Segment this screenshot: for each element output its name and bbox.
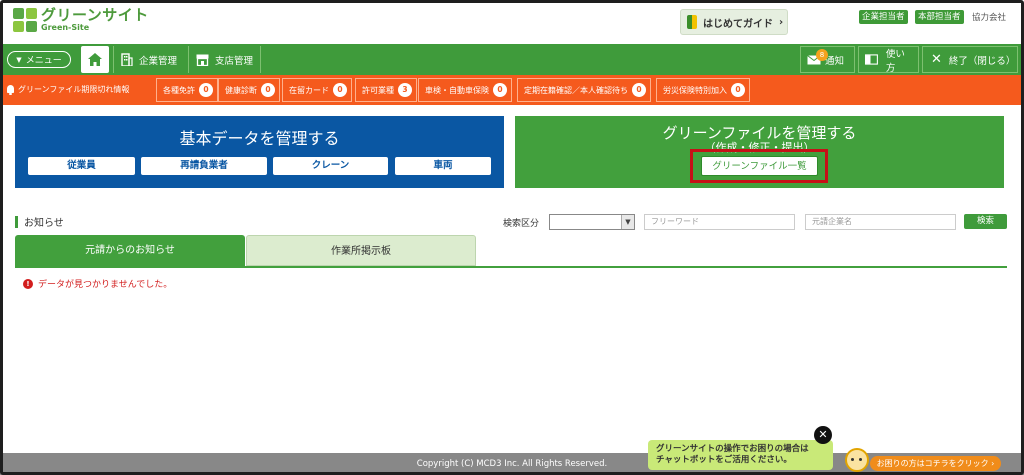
alert-chip-vehicle-inspection[interactable]: 車検・自動車保険 0 — [418, 78, 512, 102]
exit-label: 終了（閉じる） — [948, 55, 1016, 67]
building-icon — [121, 53, 133, 66]
chip-label: 各種免許 — [163, 85, 195, 95]
logo[interactable]: グリーンサイト Green-Site — [13, 8, 149, 32]
nav-item-branch[interactable]: 支店管理 — [188, 46, 262, 73]
chatbot-open-button[interactable]: お困りの方はコチラをクリック › — [870, 456, 1001, 471]
top-bar: グリーンサイト Green-Site はじめてガイド › 企業担当者 本部担当者… — [0, 0, 1024, 44]
nav-item-label: 支店管理 — [215, 55, 254, 67]
alert-chip-enrollment-check[interactable]: 定期在籍確認／本人確認待ち 0 — [517, 78, 651, 102]
beginner-leaf-icon — [687, 15, 697, 29]
subcontractors-button[interactable]: 再請負業者 — [141, 157, 267, 175]
chip-count: 0 — [493, 83, 507, 97]
chip-count: 3 — [398, 83, 412, 97]
tab-contractor-notices[interactable]: 元請からのお知らせ — [15, 235, 245, 266]
chip-label: 健康診断 — [225, 85, 257, 95]
tab-site-board[interactable]: 作業所掲示板 — [246, 235, 476, 266]
chip-label: 在留カード — [289, 85, 329, 95]
store-icon — [196, 54, 209, 66]
book-icon — [865, 54, 878, 65]
menu-label: メニュー — [25, 56, 62, 66]
alert-title: グリーンファイル期限切れ情報 — [6, 84, 129, 95]
close-icon: ✕ — [931, 52, 942, 67]
search-category-label: 検索区分 — [503, 219, 540, 229]
notices-heading-label: お知らせ — [24, 218, 64, 229]
notices-heading: お知らせ — [15, 214, 64, 229]
cranes-button[interactable]: クレーン — [273, 157, 388, 175]
chip-label: 定期在籍確認／本人確認待ち — [524, 85, 628, 95]
empty-message-text: データが見つかりませんでした。 — [38, 280, 173, 290]
search-button[interactable]: 検索 — [964, 214, 1007, 229]
role-badge-hq[interactable]: 本部担当者 — [915, 10, 964, 24]
employees-button[interactable]: 従業員 — [28, 157, 135, 175]
home-button[interactable] — [81, 46, 109, 73]
chevron-down-icon: ▼ — [621, 215, 634, 229]
nav-item-company[interactable]: 企業管理 — [113, 46, 184, 73]
company-type: 協力会社 — [972, 13, 1007, 23]
chip-count: 0 — [632, 83, 646, 97]
alert-title-label: グリーンファイル期限切れ情報 — [18, 85, 130, 94]
notification-button[interactable]: 通知 — [800, 46, 855, 73]
company-name-input[interactable]: 元請企業名 — [805, 214, 956, 230]
chat-button-label: お困りの方はコチラをクリック — [876, 459, 989, 468]
chevron-right-icon: › — [991, 459, 995, 468]
chat-bubble[interactable]: グリーンサイトの操作でお困りの場合は チャットボットをご活用ください。 — [648, 440, 833, 470]
bell-icon — [6, 84, 15, 95]
exit-button[interactable]: ✕ 終了（閉じる） — [922, 46, 1018, 73]
freeword-input[interactable]: フリーワード — [644, 214, 795, 230]
basic-data-panel: 基本データを管理する 従業員 再請負業者 クレーン 車両 — [15, 116, 504, 188]
alert-chip-residence-card[interactable]: 在留カード 0 — [282, 78, 352, 102]
home-icon — [88, 53, 102, 66]
chatbot-mascot-icon[interactable] — [845, 448, 869, 472]
help-button[interactable]: 使い方 — [858, 46, 919, 74]
empty-message: ! データが見つかりませんでした。 — [23, 277, 172, 290]
alert-chip-permitted-business[interactable]: 許可業種 3 — [355, 78, 417, 102]
chip-label: 車検・自動車保険 — [425, 85, 489, 95]
expiry-alert-bar: グリーンファイル期限切れ情報 各種免許 0 健康診断 0 在留カード 0 許可業種 3 … — [0, 75, 1024, 105]
notification-count-badge: 8 — [816, 49, 828, 61]
nav-item-label: 企業管理 — [139, 55, 178, 67]
chip-label: 許可業種 — [362, 85, 394, 95]
help-label: 使い方 — [885, 48, 905, 74]
alert-chip-licenses[interactable]: 各種免許 0 — [156, 78, 218, 102]
menu-button[interactable]: ▼ メニュー — [7, 51, 71, 68]
heading-accent-bar — [15, 215, 18, 228]
chip-count: 0 — [731, 83, 745, 97]
search-category-select[interactable]: ▼ — [549, 214, 635, 230]
logo-subtext: Green-Site — [41, 23, 90, 32]
chip-count: 0 — [261, 83, 275, 97]
alert-chip-workers-comp[interactable]: 労災保険特別加入 0 — [656, 78, 750, 102]
chat-close-button[interactable]: ✕ — [814, 426, 832, 444]
alert-chip-health-check[interactable]: 健康診断 0 — [218, 78, 280, 102]
vehicles-button[interactable]: 車両 — [395, 157, 491, 175]
role-badge-company[interactable]: 企業担当者 — [859, 10, 908, 24]
chip-count: 0 — [199, 83, 213, 97]
main-nav: ▼ メニュー 企業管理 支店管理 通知 8 使い方 ✕ 終了（閉じる） — [0, 44, 1024, 75]
chip-label: 労災保険特別加入 — [663, 85, 727, 95]
highlight-box — [690, 149, 828, 183]
logo-text: グリーンサイト — [41, 6, 149, 24]
guide-label: はじめてガイド — [703, 18, 773, 30]
caret-down-icon: ▼ — [16, 55, 22, 64]
chip-count: 0 — [333, 83, 347, 97]
chat-bubble-line-2: チャットボットをご活用ください。 — [656, 455, 792, 465]
basic-data-title: 基本データを管理する — [179, 129, 340, 148]
chat-bubble-line-1: グリーンサイトの操作でお困りの場合は — [656, 444, 809, 454]
tab-underline — [15, 266, 1007, 268]
beginner-guide-button[interactable]: はじめてガイド › — [680, 9, 788, 35]
error-icon: ! — [23, 278, 33, 289]
chevron-right-icon: › — [779, 16, 784, 28]
logo-mark-icon — [13, 8, 37, 32]
